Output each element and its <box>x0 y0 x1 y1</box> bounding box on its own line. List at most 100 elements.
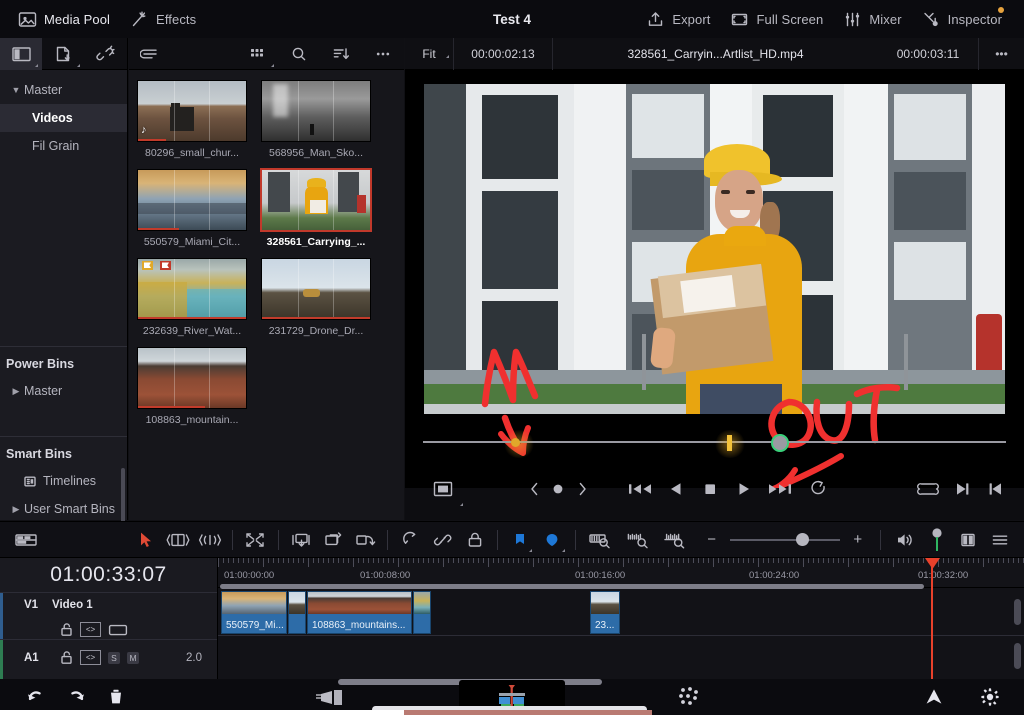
track-header-a1[interactable]: A1 <> S M 2.0 <box>0 639 217 679</box>
timeline-playhead[interactable] <box>931 558 933 679</box>
viewer-zoom-select[interactable]: Fit <box>405 47 453 61</box>
trim-edit-tool-button[interactable] <box>162 521 194 558</box>
zoom-fit-button[interactable] <box>582 521 620 558</box>
linked-selection-button[interactable] <box>427 521 459 558</box>
viewer-duration-timecode[interactable]: 00:00:03:11 <box>878 38 978 70</box>
clip-thumbnail[interactable] <box>137 258 247 320</box>
viewer-video-frame[interactable] <box>405 70 1024 488</box>
in-point-marker[interactable] <box>511 438 520 447</box>
sort-order-button[interactable] <box>320 38 362 70</box>
zoom-slider-knob[interactable] <box>795 532 809 546</box>
chevron-right-icon[interactable]: ▶ <box>8 386 24 397</box>
mark-out-button[interactable] <box>946 469 978 509</box>
stop-button[interactable] <box>693 469 727 509</box>
settings-gear-button[interactable] <box>970 679 1010 715</box>
marker-button[interactable] <box>536 521 568 558</box>
clip-thumbnail[interactable] <box>261 258 371 320</box>
viewer-scrub-bar[interactable] <box>405 427 1024 458</box>
viewer-more-button[interactable]: ••• <box>978 37 1024 70</box>
inspector-button[interactable]: Inspector <box>914 6 1010 33</box>
home-button[interactable] <box>914 679 954 715</box>
fit-frame-button[interactable] <box>910 469 946 509</box>
add-keyframe-button[interactable] <box>545 469 571 509</box>
sidebar-item-videos[interactable]: Videos <box>0 104 127 132</box>
dual-view-button[interactable] <box>951 521 983 558</box>
loop-button[interactable] <box>799 469 839 509</box>
track-level-a1[interactable]: 2.0 <box>186 652 202 664</box>
sidebar-scrollbar[interactable] <box>121 468 125 524</box>
media-clip-item[interactable]: 231729_Drone_Dr... <box>261 258 371 337</box>
out-point-marker[interactable] <box>727 435 732 451</box>
viewer-playhead[interactable] <box>771 434 789 452</box>
media-clip-item[interactable]: 550579_Miami_Cit... <box>137 169 247 248</box>
sidebar-item-fil-grain[interactable]: Fil Grain <box>0 132 127 160</box>
zoom-detail-button[interactable] <box>620 521 658 558</box>
sidebar-item-master[interactable]: ▼ Master <box>0 76 127 104</box>
timeline-zoom-slider[interactable] <box>728 530 842 550</box>
auto-select-icon[interactable]: <> <box>80 650 101 665</box>
more-options-button[interactable] <box>362 38 404 70</box>
thumbnail-grid-button[interactable] <box>236 38 278 70</box>
lock-track-button[interactable] <box>459 521 491 558</box>
chevron-down-icon[interactable]: ▼ <box>8 85 24 95</box>
timeline-clip[interactable]: 108863_mountains... <box>307 591 412 634</box>
clip-thumbnail[interactable] <box>260 168 372 232</box>
jump-start-button[interactable] <box>621 469 659 509</box>
timeline-v-scrollbar[interactable] <box>1014 643 1021 669</box>
zoom-full-extent-button[interactable] <box>657 521 695 558</box>
media-clip-item[interactable]: 108863_mountain... <box>137 347 247 426</box>
video-enable-icon[interactable] <box>108 623 128 637</box>
viewer-clip-name[interactable]: 328561_Carryin...Artlist_HD.mp4 <box>553 47 878 61</box>
selection-tool-button[interactable] <box>130 521 162 558</box>
effects-button[interactable]: Effects <box>122 6 204 33</box>
play-reverse-button[interactable] <box>659 469 693 509</box>
viewer-current-timecode[interactable]: 00:00:02:13 <box>453 37 553 70</box>
timeline-clip[interactable] <box>413 591 431 634</box>
full-screen-button[interactable]: Full Screen <box>722 6 831 33</box>
clip-thumbnail[interactable] <box>137 347 247 409</box>
mark-in-button[interactable] <box>978 469 1014 509</box>
metadata-list-button[interactable] <box>129 38 171 70</box>
timeline-v-scrollbar[interactable] <box>1014 599 1021 625</box>
media-clip-item[interactable]: ♪ 80296_small_chur... <box>137 80 247 159</box>
overwrite-clip-button[interactable] <box>317 521 349 558</box>
timeline-clip[interactable]: 23... <box>590 591 620 634</box>
in-out-range-button[interactable] <box>421 469 465 509</box>
prev-keyframe-button[interactable] <box>523 469 545 509</box>
smart-bins-item-timelines[interactable]: Timelines <box>0 467 127 495</box>
clip-thumbnail[interactable]: ♪ <box>137 80 247 142</box>
audio-meter-button[interactable] <box>923 521 951 558</box>
media-clip-item[interactable]: 232639_River_Wat... <box>137 258 247 337</box>
lock-open-icon[interactable] <box>60 622 73 637</box>
clip-thumbnail[interactable] <box>137 169 247 231</box>
solo-icon[interactable]: S <box>108 651 120 664</box>
insert-clip-button[interactable] <box>285 521 317 558</box>
media-clip-item-selected[interactable]: 328561_Carrying_... <box>260 168 372 248</box>
timeline-menu-button[interactable] <box>984 521 1016 558</box>
timeline-timecode[interactable]: 01:00:33:07 <box>0 558 217 592</box>
timeline-clip[interactable] <box>288 591 306 634</box>
dynamic-trim-tool-button[interactable] <box>194 521 226 558</box>
snapping-magnet-button[interactable] <box>394 521 426 558</box>
timeline-ruler[interactable]: 01:00:00:00 01:00:08:00 01:00:16:00 01:0… <box>218 558 1024 589</box>
smart-bins-item-user[interactable]: ▶ User Smart Bins <box>0 495 127 523</box>
power-bins-item-master[interactable]: ▶ Master <box>0 377 127 405</box>
flag-marker-button[interactable] <box>504 521 536 558</box>
auto-select-icon[interactable]: <> <box>80 622 101 637</box>
play-forward-button[interactable] <box>727 469 761 509</box>
mixer-button[interactable]: Mixer <box>835 6 909 33</box>
timeline-clip[interactable]: 550579_Mi... <box>221 591 287 634</box>
timeline-tracks-area[interactable]: 01:00:00:00 01:00:08:00 01:00:16:00 01:0… <box>218 558 1024 679</box>
chevron-right-icon[interactable]: ▶ <box>8 504 24 515</box>
replace-clip-button[interactable] <box>349 521 381 558</box>
zoom-in-button[interactable]: + <box>842 521 874 558</box>
track-header-v1[interactable]: V1 Video 1 <> <box>0 592 217 639</box>
export-button[interactable]: Export <box>638 6 718 33</box>
unlink-clip-button[interactable] <box>84 38 126 70</box>
next-keyframe-button[interactable] <box>571 469 593 509</box>
search-button[interactable] <box>278 38 320 70</box>
clip-thumbnail[interactable] <box>261 80 371 142</box>
color-page-button[interactable] <box>637 680 743 714</box>
media-pool-button[interactable]: Media Pool <box>10 6 118 33</box>
razor-blade-tool-button[interactable] <box>239 521 271 558</box>
